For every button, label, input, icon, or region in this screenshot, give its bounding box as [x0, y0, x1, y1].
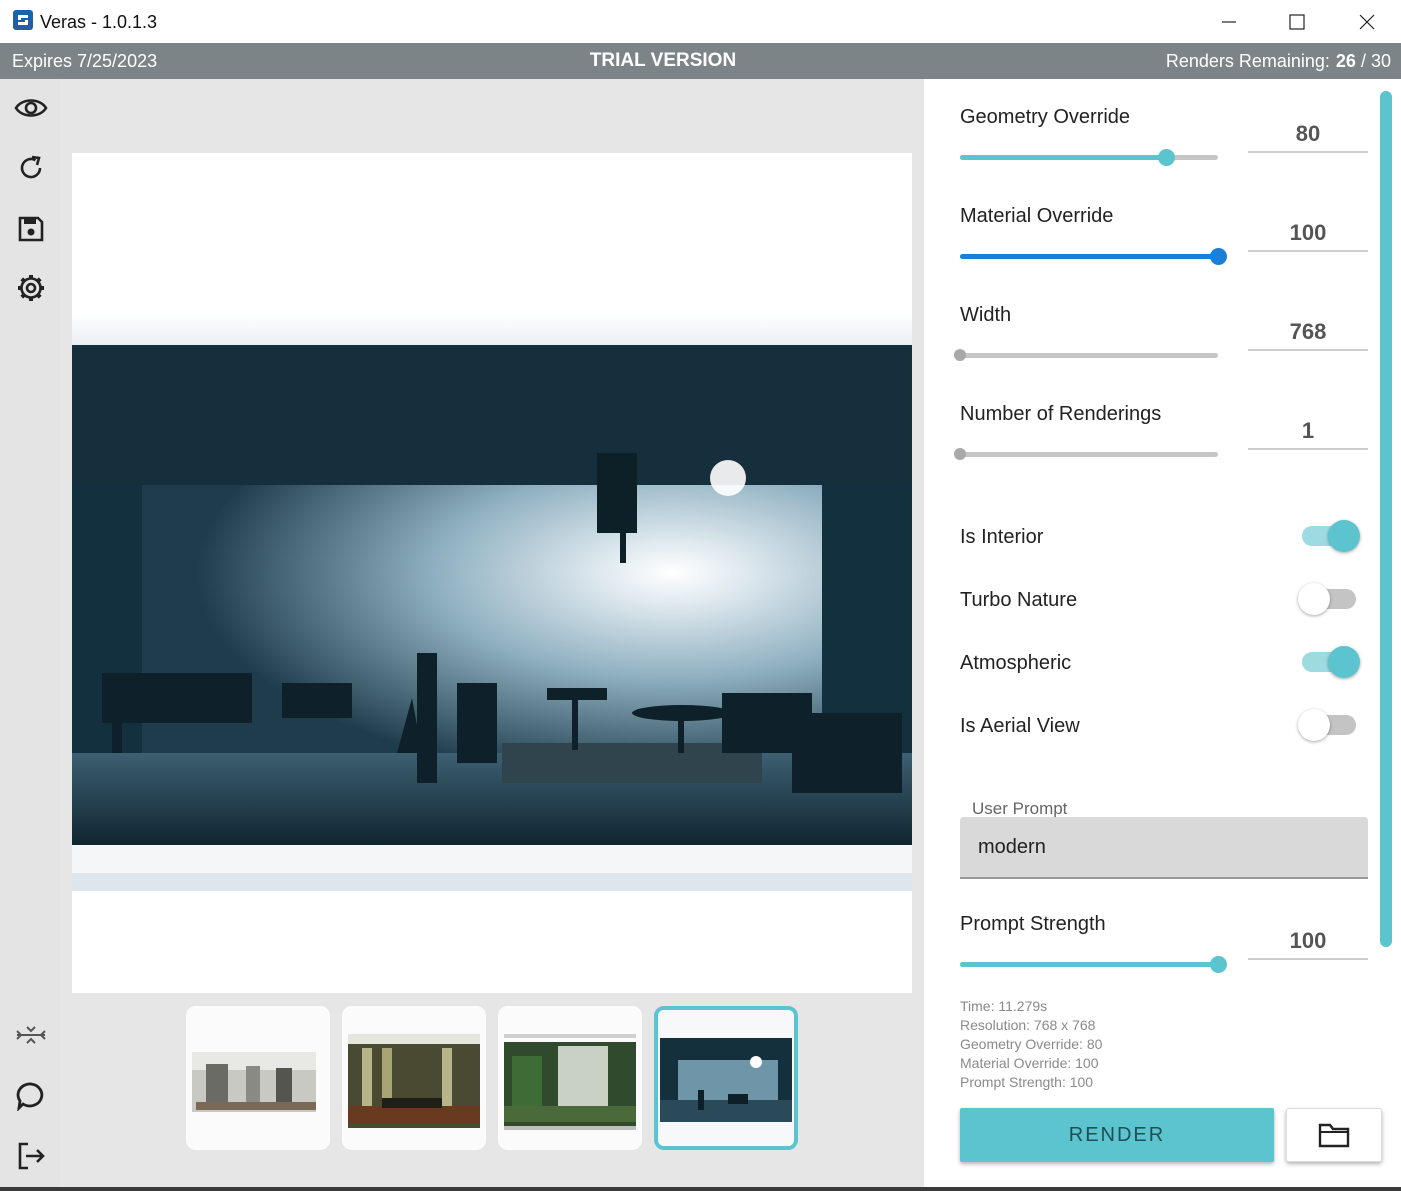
- renders-remaining-label: Renders Remaining:: [1165, 51, 1330, 71]
- info-resolution: Resolution: 768 x 768: [960, 1017, 1096, 1033]
- geometry-override-field[interactable]: 80: [1248, 117, 1368, 153]
- eye-icon[interactable]: [12, 89, 50, 127]
- renderings-field[interactable]: 1: [1248, 414, 1368, 450]
- width-field[interactable]: 768: [1248, 315, 1368, 351]
- refresh-icon[interactable]: [12, 149, 50, 187]
- is-interior-toggle[interactable]: [1302, 520, 1360, 552]
- atmospheric-knob: [1328, 646, 1360, 678]
- material-override-slider[interactable]: [960, 248, 1227, 265]
- renders-remaining-count: 26: [1335, 51, 1356, 71]
- title-bar: Veras - 1.0.1.3: [0, 0, 1401, 43]
- material-override-fill: [960, 254, 1218, 259]
- prompt-strength-slider[interactable]: [960, 956, 1227, 973]
- renders-remaining: Renders Remaining: 26 / 30: [1166, 51, 1391, 72]
- folder-icon: [1318, 1123, 1350, 1148]
- trial-label: TRIAL VERSION: [589, 50, 737, 71]
- thumbnail-3[interactable]: [498, 1006, 642, 1150]
- collapse-icon[interactable]: [12, 1016, 50, 1054]
- renders-remaining-total: / 30: [1360, 51, 1391, 71]
- aerial-view-knob: [1298, 709, 1330, 741]
- info-geometry: Geometry Override: 80: [960, 1036, 1103, 1052]
- aerial-view-toggle[interactable]: [1298, 709, 1356, 741]
- material-override-label: Material Override: [960, 205, 1114, 227]
- prompt-strength-handle[interactable]: [1210, 956, 1227, 973]
- width-label: Width: [960, 304, 1012, 326]
- app-icon: [13, 10, 33, 30]
- renderings-handle[interactable]: [954, 448, 966, 460]
- panel-scrollbar[interactable]: [1380, 91, 1392, 947]
- main-preview-area: [60, 79, 924, 1187]
- gear-icon[interactable]: [12, 269, 50, 307]
- taskbar-strip: [0, 1187, 1401, 1191]
- width-slider[interactable]: [954, 349, 1218, 361]
- info-time: Time: 11.279s: [960, 998, 1048, 1014]
- renderings-label: Number of Renderings: [960, 403, 1162, 425]
- user-prompt-value: modern: [978, 836, 1046, 858]
- renderings-slider[interactable]: [954, 448, 1218, 460]
- close-button[interactable]: [1332, 0, 1401, 43]
- prompt-strength-fill: [960, 962, 1218, 967]
- atmospheric-label: Atmospheric: [960, 652, 1072, 674]
- settings-panel: Geometry Override 80 Material Override 1…: [924, 79, 1401, 1187]
- thumbnail-1[interactable]: [186, 1006, 330, 1150]
- render-info: Time: 11.279s Resolution: 768 x 768 Geom…: [960, 997, 1102, 1092]
- material-override-field[interactable]: 100: [1248, 216, 1368, 252]
- thumbnail-2[interactable]: [342, 1006, 486, 1150]
- geometry-override-label: Geometry Override: [960, 106, 1131, 128]
- user-prompt-input[interactable]: modern: [960, 817, 1368, 879]
- render-preview-image: [72, 153, 912, 993]
- trial-bar: Expires 7/25/2023 TRIAL VERSION Renders …: [0, 43, 1401, 79]
- atmospheric-toggle[interactable]: [1302, 646, 1360, 678]
- geometry-override-fill: [960, 155, 1167, 160]
- left-sidebar: [0, 79, 60, 1191]
- turbo-nature-knob: [1298, 583, 1330, 615]
- geometry-override-handle[interactable]: [1158, 149, 1176, 166]
- open-folder-button[interactable]: [1286, 1108, 1382, 1162]
- chat-icon[interactable]: [12, 1077, 50, 1115]
- turbo-nature-label: Turbo Nature: [960, 589, 1078, 611]
- thumbnail-4-selected[interactable]: [654, 1006, 798, 1150]
- prompt-strength-label: Prompt Strength: [960, 913, 1106, 935]
- logout-icon[interactable]: [12, 1137, 50, 1175]
- window-title: Veras - 1.0.1.3: [40, 12, 158, 32]
- is-interior-label: Is Interior: [960, 526, 1044, 548]
- geometry-override-slider[interactable]: [960, 149, 1218, 166]
- is-interior-knob: [1328, 520, 1360, 552]
- minimize-button[interactable]: [1194, 0, 1264, 43]
- prompt-strength-field[interactable]: 100: [1248, 924, 1368, 960]
- save-icon[interactable]: [12, 210, 50, 248]
- info-material: Material Override: 100: [960, 1055, 1099, 1071]
- info-strength: Prompt Strength: 100: [960, 1074, 1094, 1090]
- width-handle[interactable]: [954, 349, 966, 361]
- render-button[interactable]: RENDER: [960, 1108, 1274, 1162]
- turbo-nature-toggle[interactable]: [1298, 583, 1356, 615]
- maximize-button[interactable]: [1262, 0, 1332, 43]
- material-override-handle[interactable]: [1210, 248, 1227, 265]
- user-prompt-label: User Prompt: [972, 799, 1068, 818]
- aerial-view-label: Is Aerial View: [960, 715, 1080, 737]
